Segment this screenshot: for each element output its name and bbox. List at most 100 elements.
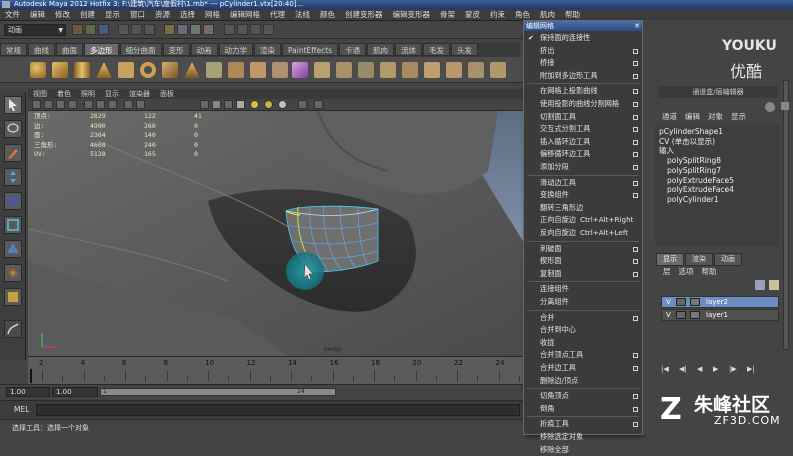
layer-tab-2[interactable]: 动画 <box>714 253 742 266</box>
shelf-tab-8[interactable]: 渲染 <box>254 43 281 56</box>
select-tool-icon[interactable] <box>4 96 22 114</box>
menu-10[interactable]: 代理 <box>265 9 290 20</box>
snap-plane-icon[interactable] <box>203 24 214 35</box>
resolution-gate-icon[interactable] <box>108 100 117 109</box>
shelf-tab-9[interactable]: PaintEffects <box>282 43 339 56</box>
menu-item[interactable]: 合并边工具 <box>524 362 642 375</box>
shelf-tab-5[interactable]: 变形 <box>162 43 190 56</box>
film-gate-icon[interactable] <box>96 100 105 109</box>
poly-cone-icon[interactable] <box>96 62 112 78</box>
channel-input-node[interactable]: polyExtrudeFace5 <box>659 176 734 186</box>
panel-scrollbar[interactable] <box>783 80 789 350</box>
option-box-icon[interactable] <box>633 139 638 145</box>
snap-grid-icon[interactable] <box>164 24 175 35</box>
shelf-tab-2[interactable]: 曲面 <box>56 43 83 56</box>
option-box-icon[interactable] <box>633 114 638 120</box>
mel-command-input[interactable] <box>36 404 520 416</box>
layer-menu-0[interactable]: 层 <box>659 267 675 277</box>
menu-item[interactable]: 正向自旋边 Ctrl+Alt+Right <box>524 214 642 227</box>
menu-item[interactable]: 复制面 <box>524 268 642 281</box>
channel-input-node[interactable]: polyCylinder1 <box>659 195 734 205</box>
layer-row[interactable]: Vlayer2 <box>661 296 779 308</box>
last-tool-icon[interactable] <box>4 320 22 338</box>
menu-item[interactable]: 折痕工具 <box>524 418 642 431</box>
soft-mod-icon[interactable] <box>4 264 22 282</box>
menu-8[interactable]: 网格 <box>200 9 225 20</box>
menu-16[interactable]: 蒙皮 <box>460 9 485 20</box>
menu-17[interactable]: 约束 <box>485 9 510 20</box>
viewport-menu-1[interactable]: 着色 <box>52 89 76 99</box>
menu-item[interactable]: 分离组件 <box>524 296 642 309</box>
menu-item[interactable]: 桥接 <box>524 57 642 70</box>
menu-13[interactable]: 创建变形器 <box>340 9 388 20</box>
viewport-menu-0[interactable]: 视图 <box>28 89 52 99</box>
channel-input-node[interactable]: polySplitRing8 <box>659 156 734 166</box>
menu-item[interactable]: 切角顶点 <box>524 390 642 403</box>
panel-float-icon[interactable] <box>781 102 789 110</box>
new-layer-selected-icon[interactable] <box>769 280 779 290</box>
extract-icon[interactable] <box>250 62 266 78</box>
lasso-tool-icon[interactable] <box>4 120 22 138</box>
channel-menu-0[interactable]: 通道 <box>658 111 681 123</box>
play-back-icon[interactable]: ◀ <box>697 365 706 374</box>
menu-item[interactable]: 移除全部 <box>524 444 642 456</box>
menu-item[interactable]: 刺破面 <box>524 243 642 256</box>
menu-item[interactable]: 交互式分割工具 <box>524 123 642 136</box>
option-box-icon[interactable] <box>633 127 638 133</box>
perspective-viewport[interactable]: 顶点: 2629 122 41 边: 4990 260 0 面: 2364 140 0 三角形: 4608… <box>28 111 523 356</box>
insert-edge-loop-icon[interactable] <box>424 62 440 78</box>
ipr-render-icon[interactable] <box>250 24 261 35</box>
menu-4[interactable]: 显示 <box>100 9 125 20</box>
shelf-tab-1[interactable]: 曲线 <box>28 43 55 56</box>
shelf-tab-0[interactable]: 常规 <box>0 43 27 56</box>
menu-11[interactable]: 法线 <box>290 9 315 20</box>
go-to-end-icon[interactable]: ▶| <box>747 365 756 374</box>
menu-5[interactable]: 窗口 <box>125 9 150 20</box>
isolate-select-icon[interactable] <box>298 100 307 109</box>
smooth-icon[interactable] <box>272 62 288 78</box>
combine-icon[interactable] <box>206 62 222 78</box>
menu-9[interactable]: 编辑网格 <box>225 9 265 20</box>
current-time-indicator[interactable] <box>30 369 32 383</box>
safe-action-icon[interactable] <box>124 100 133 109</box>
play-forward-icon[interactable]: ▶ <box>713 365 722 374</box>
open-scene-icon[interactable] <box>85 24 96 35</box>
menu-item[interactable]: 变换组件 <box>524 189 642 202</box>
menu-item[interactable]: 倒角 <box>524 403 642 416</box>
textured-icon[interactable] <box>236 100 245 109</box>
channel-object-name[interactable]: pCylinderShape1 <box>659 127 734 137</box>
layer-visibility-toggle[interactable]: V <box>666 310 671 320</box>
layer-tab-1[interactable]: 渲染 <box>685 253 713 266</box>
menu-14[interactable]: 编辑变形器 <box>388 9 436 20</box>
merge-icon[interactable] <box>468 62 484 78</box>
viewport-menu-2[interactable]: 照明 <box>76 89 100 99</box>
option-box-icon[interactable] <box>633 48 638 54</box>
channel-input-node[interactable]: polyExtrudeFace4 <box>659 185 734 195</box>
menu-0[interactable]: 文件 <box>0 9 25 20</box>
channel-cv-line[interactable]: CV (单击以显示) <box>659 137 734 147</box>
shelf-tab-3[interactable]: 多边形 <box>84 43 119 56</box>
channel-menu-1[interactable]: 编辑 <box>681 111 704 123</box>
option-box-icon[interactable] <box>633 315 638 321</box>
menu-set-dropdown[interactable]: 动画 ▼ <box>4 24 66 36</box>
bevel-icon[interactable] <box>446 62 462 78</box>
menu-7[interactable]: 选择 <box>175 9 200 20</box>
safe-title-icon[interactable] <box>136 100 145 109</box>
menu-12[interactable]: 颜色 <box>315 9 340 20</box>
smooth-shade-icon[interactable] <box>212 100 221 109</box>
option-box-icon[interactable] <box>633 394 638 400</box>
poly-torus-icon[interactable] <box>140 62 156 78</box>
channel-menu-2[interactable]: 对象 <box>704 111 727 123</box>
menu-item[interactable]: 在网格上投影曲线 <box>524 85 642 98</box>
menu-item[interactable]: 滑动边工具 <box>524 177 642 190</box>
separate-icon[interactable] <box>228 62 244 78</box>
extrude-icon[interactable] <box>336 62 352 78</box>
menu-tearoff-title[interactable]: 编辑网格 ✕ <box>524 21 642 31</box>
save-scene-icon[interactable] <box>98 24 109 35</box>
menu-item[interactable]: 收拢 <box>524 337 642 350</box>
show-manip-icon[interactable] <box>4 288 22 306</box>
menu-1[interactable]: 编辑 <box>25 9 50 20</box>
menu-2[interactable]: 修改 <box>50 9 75 20</box>
select-object-icon[interactable] <box>131 24 142 35</box>
menu-item[interactable]: 移除选定对象 <box>524 431 642 444</box>
